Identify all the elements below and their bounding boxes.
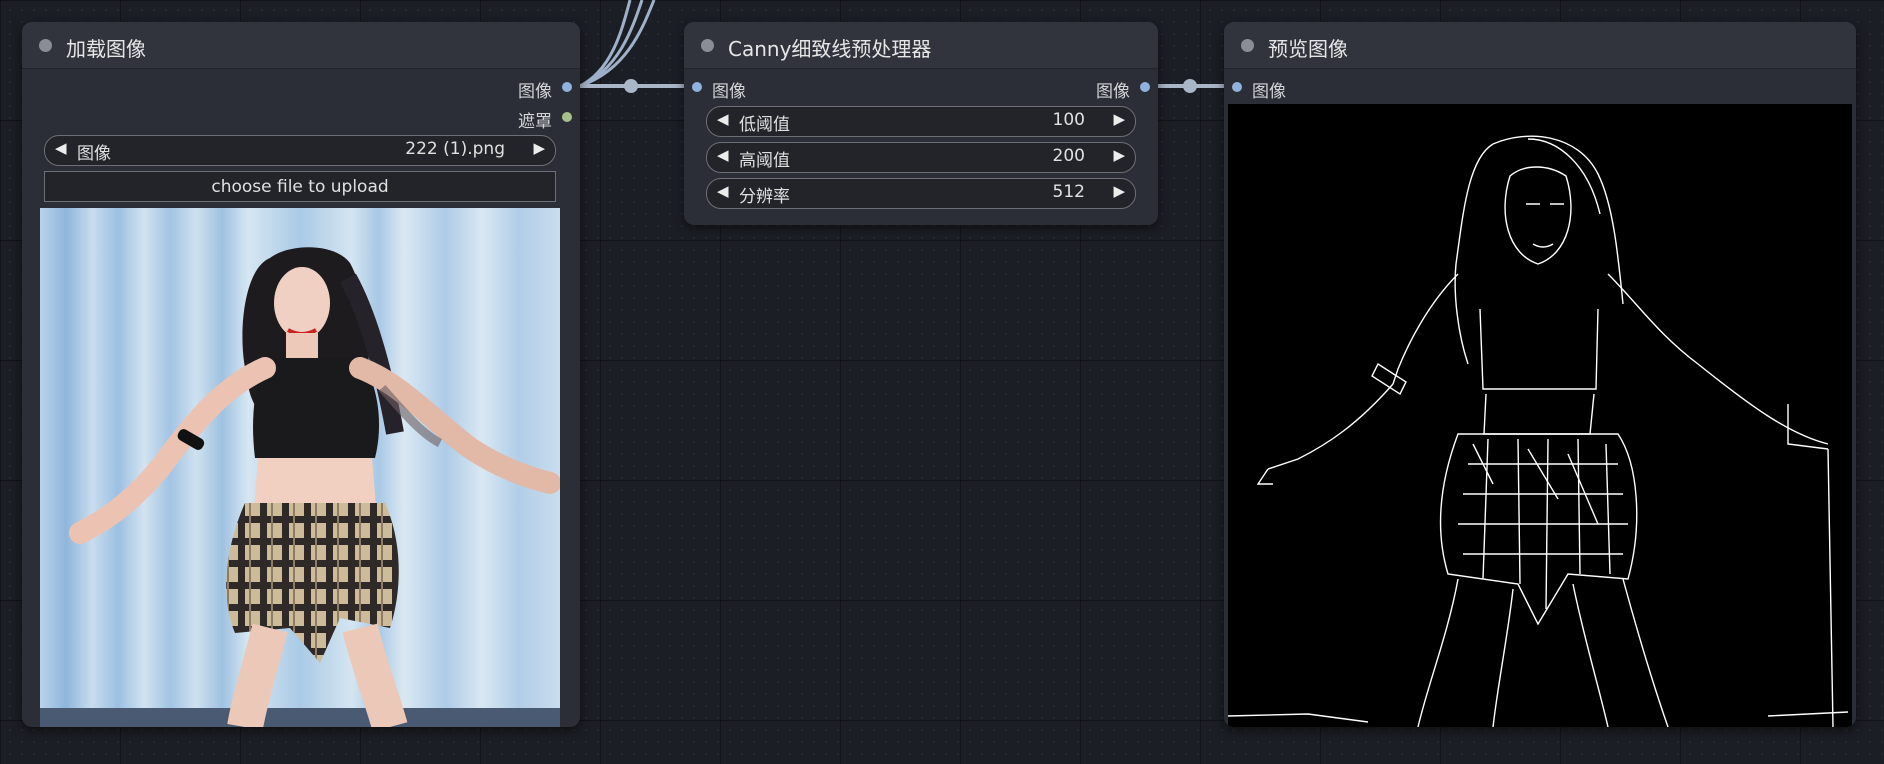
widget-label: 分辨率 <box>739 187 790 207</box>
loaded-image-preview <box>40 208 560 727</box>
input-image-label: 图像 <box>1252 82 1286 102</box>
node-title: Canny细致线预处理器 <box>728 37 932 61</box>
output-mask-label: 遮罩 <box>518 112 552 132</box>
increment-arrow-icon[interactable]: ▶ <box>1113 110 1125 128</box>
collapse-dot[interactable] <box>1241 39 1254 52</box>
low-threshold-widget[interactable]: ◀ 低阈值 100 ▶ <box>706 106 1136 137</box>
link-midpoint <box>1183 79 1197 93</box>
output-image-label: 图像 <box>518 82 552 102</box>
collapse-dot[interactable] <box>39 39 52 52</box>
increment-arrow-icon[interactable]: ▶ <box>1113 182 1125 200</box>
node-title-bar[interactable]: 加载图像 <box>22 22 580 69</box>
preview-image-node[interactable]: 预览图像 图像 <box>1224 22 1856 727</box>
resolution-widget[interactable]: ◀ 分辨率 512 ▶ <box>706 178 1136 209</box>
output-image-slot[interactable] <box>1140 82 1150 92</box>
upload-button[interactable]: choose file to upload <box>44 171 556 202</box>
node-title: 加载图像 <box>66 37 146 61</box>
widget-label: 图像 <box>77 144 111 164</box>
input-image-label: 图像 <box>712 82 746 102</box>
decrement-arrow-icon[interactable]: ◀ <box>55 139 67 157</box>
widget-label: 高阈值 <box>739 151 790 171</box>
input-image-slot[interactable] <box>1232 82 1242 92</box>
image-combo-widget[interactable]: ◀ 图像 222 (1).png ▶ <box>44 135 556 166</box>
increment-arrow-icon[interactable]: ▶ <box>1113 146 1125 164</box>
high-threshold-widget[interactable]: ◀ 高阈值 200 ▶ <box>706 142 1136 173</box>
node-title: 预览图像 <box>1268 37 1348 61</box>
widget-value: 512 <box>1052 182 1085 202</box>
decrement-arrow-icon[interactable]: ◀ <box>717 110 729 128</box>
output-image-label: 图像 <box>1096 82 1130 102</box>
load-image-node[interactable]: 加载图像 图像 遮罩 ◀ 图像 222 (1).png ▶ choose fil… <box>22 22 580 727</box>
widget-value: 222 (1).png <box>405 139 505 159</box>
link-midpoint <box>624 79 638 93</box>
increment-arrow-icon[interactable]: ▶ <box>533 139 545 157</box>
widget-value: 200 <box>1052 146 1085 166</box>
canny-preprocessor-node[interactable]: Canny细致线预处理器 图像 图像 ◀ 低阈值 100 ▶ ◀ 高阈值 200… <box>684 22 1158 225</box>
decrement-arrow-icon[interactable]: ◀ <box>717 146 729 164</box>
canny-edge-preview <box>1228 104 1852 727</box>
decrement-arrow-icon[interactable]: ◀ <box>717 182 729 200</box>
widget-value: 100 <box>1052 110 1085 130</box>
node-title-bar[interactable]: 预览图像 <box>1224 22 1856 69</box>
widget-label: 低阈值 <box>739 115 790 135</box>
output-mask-slot[interactable] <box>562 112 572 122</box>
output-image-slot[interactable] <box>562 82 572 92</box>
collapse-dot[interactable] <box>701 39 714 52</box>
input-image-slot[interactable] <box>692 82 702 92</box>
node-title-bar[interactable]: Canny细致线预处理器 <box>684 22 1158 69</box>
